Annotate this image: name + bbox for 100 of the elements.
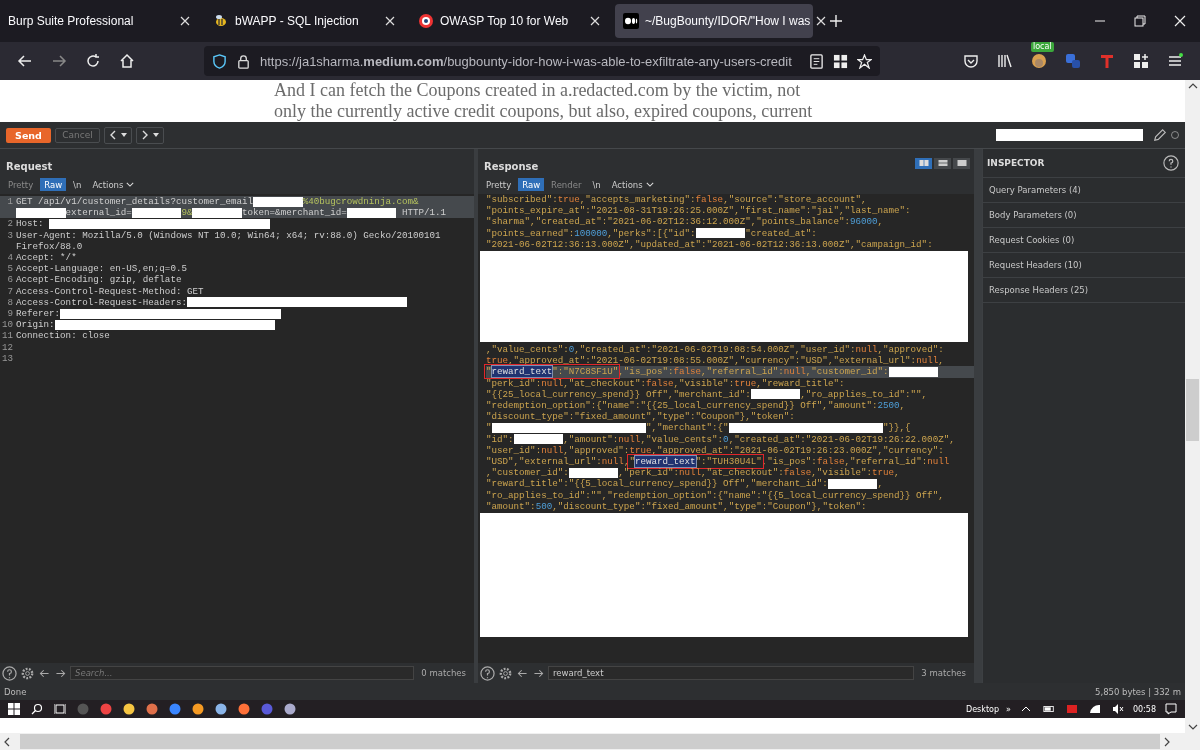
scroll-thumb[interactable]: [20, 734, 1160, 749]
view-tab[interactable]: Raw: [518, 178, 545, 191]
more-toolbars[interactable]: »: [1004, 704, 1013, 714]
windows-icon[interactable]: [8, 703, 20, 715]
translate-icon[interactable]: [1065, 53, 1081, 69]
battery-icon[interactable]: [1042, 703, 1055, 715]
view-tab[interactable]: Raw: [40, 178, 67, 191]
chevron-down-icon: [645, 182, 654, 187]
view-tab[interactable]: Pretty: [482, 178, 516, 191]
browser-tab[interactable]: Burp Suite Professional: [0, 4, 198, 38]
app-icon[interactable]: [123, 703, 135, 715]
code-line: "USD","external_url":null,"reward_text":"TUH30U4L","is_pos":false,"referral_id":null: [486, 456, 951, 468]
app-icon[interactable]: [192, 703, 204, 715]
caret-icon[interactable]: [121, 133, 127, 137]
scroll-right-icon[interactable]: [1164, 736, 1170, 747]
extension-badge: local: [1031, 42, 1054, 52]
forward-icon[interactable]: [51, 53, 67, 69]
view-tab[interactable]: \n: [69, 178, 86, 191]
code-line: "redemption_option":{"name":"{{25_local_currency_spend}} Off","amount":2500,: [486, 400, 907, 412]
app-icon[interactable]: [100, 703, 112, 715]
code-line: "discount_type":"fixed_amount","type":"Coupon"},"token":: [486, 411, 796, 423]
restore-icon[interactable]: [1134, 15, 1146, 27]
notification-icon[interactable]: [1165, 703, 1177, 715]
line-number: 3: [6, 229, 14, 241]
grid-icon[interactable]: [833, 53, 848, 69]
search-field[interactable]: reward_text: [548, 666, 915, 680]
alert-icon[interactable]: [1065, 703, 1078, 715]
forward-button[interactable]: [136, 126, 164, 144]
pocket-icon[interactable]: [963, 53, 979, 69]
app-icon[interactable]: [215, 703, 227, 715]
scroll-thumb[interactable]: [1186, 379, 1199, 441]
back-icon[interactable]: [17, 53, 33, 69]
search-icon[interactable]: [31, 703, 43, 715]
address-bar[interactable]: https://ja1sharma.medium.com/bugbounty-idor-how-i-was-able-to-exfiltrate-any-users-credit: [204, 46, 880, 76]
code-line: Host:: [16, 218, 474, 230]
settings-icon[interactable]: [20, 665, 35, 681]
single-view-button[interactable]: [953, 157, 970, 169]
caret-icon[interactable]: [153, 133, 159, 137]
line-number: 10: [0, 319, 14, 331]
new-tab-icon[interactable]: [830, 15, 842, 27]
dots-logo-icon: [623, 13, 639, 29]
back-button[interactable]: [104, 126, 132, 144]
home-icon[interactable]: [119, 53, 135, 69]
line-number: 1: [6, 196, 14, 208]
t-logo-icon[interactable]: [1099, 53, 1115, 69]
code-line: "amount":500,"discount_type":"fixed_amount","type":"Coupon"},"token":: [486, 500, 868, 513]
actions-menu[interactable]: Actions: [88, 178, 139, 191]
split-columns-button[interactable]: [915, 157, 932, 169]
line-number: 9: [6, 308, 14, 320]
code-line: "reward_title":"{{5_local_currency_spend}} Off","merchant_id": ,: [486, 478, 884, 490]
avatar-icon[interactable]: [1031, 53, 1047, 69]
line-number: 5: [6, 263, 14, 275]
speaker-muted-icon[interactable]: [1111, 703, 1124, 715]
app-icon[interactable]: [169, 703, 181, 715]
code-line: Accept: */*: [16, 252, 78, 264]
task-view-icon[interactable]: [54, 703, 66, 715]
browser-tab[interactable]: bWAPP - SQL Injection: [205, 4, 403, 38]
settings-icon[interactable]: [498, 665, 513, 681]
close-icon[interactable]: [816, 16, 827, 26]
library-icon[interactable]: [997, 53, 1013, 69]
view-tab[interactable]: \n: [588, 178, 605, 191]
code-line: external_id= 9& token=&merchant_id= HTTP/1.1: [16, 207, 474, 219]
code-line: "perk_id":null,"at_checkout":false,"visible":true,"reward_title":: [486, 377, 846, 389]
code-line: Firefox/88.0: [16, 240, 84, 252]
close-icon[interactable]: [385, 16, 395, 26]
eye-logo-icon: [418, 13, 434, 29]
inspector-title: INSPECTOR: [987, 158, 1045, 168]
scrollbar[interactable]: [0, 733, 1200, 750]
panel-title: Request: [5, 160, 54, 174]
scroll-down-icon[interactable]: [1187, 724, 1198, 730]
toolbar-label[interactable]: Desktop: [964, 704, 1002, 714]
menu-icon[interactable]: [1167, 53, 1183, 69]
app-icon[interactable]: [284, 703, 296, 715]
target-field[interactable]: [996, 129, 1143, 141]
pencil-icon[interactable]: [1153, 128, 1167, 142]
search-field[interactable]: Search...: [70, 666, 415, 680]
scrollbar[interactable]: [1185, 80, 1200, 733]
wifi-icon[interactable]: [1088, 703, 1101, 715]
actions-menu[interactable]: Actions: [607, 178, 658, 191]
bee-icon: [213, 13, 229, 29]
scroll-left-icon[interactable]: [4, 736, 10, 747]
split-rows-button[interactable]: [934, 157, 951, 169]
app-icon[interactable]: [238, 703, 250, 715]
code-line: User-Agent: Mozilla/5.0 (Windows NT 10.0; Win64; x64; rv:88.0) Gecko/20100101: [16, 229, 442, 241]
close-icon[interactable]: [180, 16, 190, 26]
code-line: "ro_applies_to_id":"","redemption_option":{"name":"{{5_local_currency_spend}} Off",: [486, 489, 945, 501]
clock[interactable]: 00:58: [1130, 704, 1158, 714]
extensions-icon[interactable]: [1133, 53, 1149, 69]
browser-tab[interactable]: OWASP Top 10 for Web: [410, 4, 608, 38]
reader-icon[interactable]: [809, 53, 824, 69]
scroll-up-icon[interactable]: [1187, 83, 1198, 89]
reload-icon[interactable]: [85, 53, 101, 69]
code-line: Origin:: [16, 319, 474, 331]
line-number: 4: [6, 252, 14, 264]
code-line: "id": ,"amount":null,"value_cents":0,"created_at":"2021-06-02T19:26:22.000Z",: [486, 433, 956, 445]
close-icon[interactable]: [590, 16, 600, 26]
star-icon[interactable]: [857, 53, 872, 69]
app-icon[interactable]: [146, 703, 158, 715]
close-icon[interactable]: [1174, 15, 1186, 27]
code-line: "{{25_local_currency_spend}} Off","merchant_id": ,"ro_applies_to_id":"",: [486, 388, 929, 401]
